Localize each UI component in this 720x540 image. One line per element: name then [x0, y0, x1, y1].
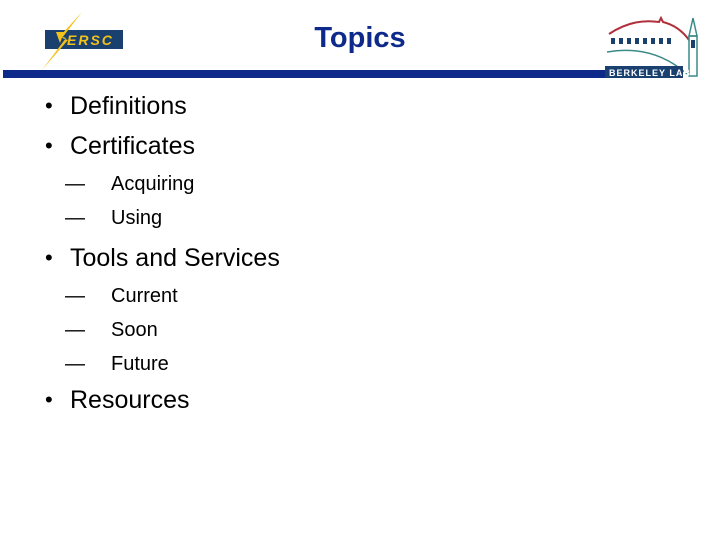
dash: —: [65, 319, 85, 341]
dash: —: [65, 173, 85, 195]
dash: —: [65, 353, 85, 375]
outline-item-definitions: • Definitions: [45, 88, 280, 128]
outline-text: Tools and Services: [70, 244, 280, 272]
outline-text: Definitions: [70, 92, 187, 120]
bullet: •: [45, 93, 53, 118]
sub-item-acquiring: — Acquiring: [45, 168, 280, 202]
sub-item-text: Soon: [111, 319, 158, 341]
outline-text: Certificates: [70, 132, 196, 160]
outline-item-resources: • Resources: [45, 382, 280, 422]
bullet: •: [45, 245, 53, 270]
outline-item-tools-and-services: • Tools and Services: [45, 240, 280, 280]
outline-text: Resources: [70, 386, 190, 414]
berkeley-lab-logo: BERKELEY LAB: [603, 12, 713, 82]
sub-item-text: Future: [111, 353, 169, 375]
bullet: •: [45, 387, 53, 412]
title-bar: [3, 70, 605, 78]
outline: • Definitions • Certificates — Acquiring…: [45, 88, 280, 422]
colonnade-icon: [611, 38, 671, 44]
dome-arc: [608, 15, 690, 41]
berkeley-lab-text: BERKELEY LAB: [609, 68, 691, 78]
dash: —: [65, 207, 85, 229]
outline-item-certificates: • Certificates: [45, 128, 280, 168]
sub-item-current: — Current: [45, 280, 280, 314]
sub-item-soon: — Soon: [45, 314, 280, 348]
slide: ERSC Topics BERKELEY LAB • Definitions •…: [0, 0, 720, 540]
bullet: •: [45, 133, 53, 158]
sub-item-using: — Using: [45, 202, 280, 236]
sub-item-future: — Future: [45, 348, 280, 382]
dash: —: [65, 285, 85, 307]
sub-item-text: Acquiring: [111, 173, 195, 195]
sub-item-text: Current: [111, 285, 178, 307]
sub-item-text: Using: [111, 207, 163, 229]
